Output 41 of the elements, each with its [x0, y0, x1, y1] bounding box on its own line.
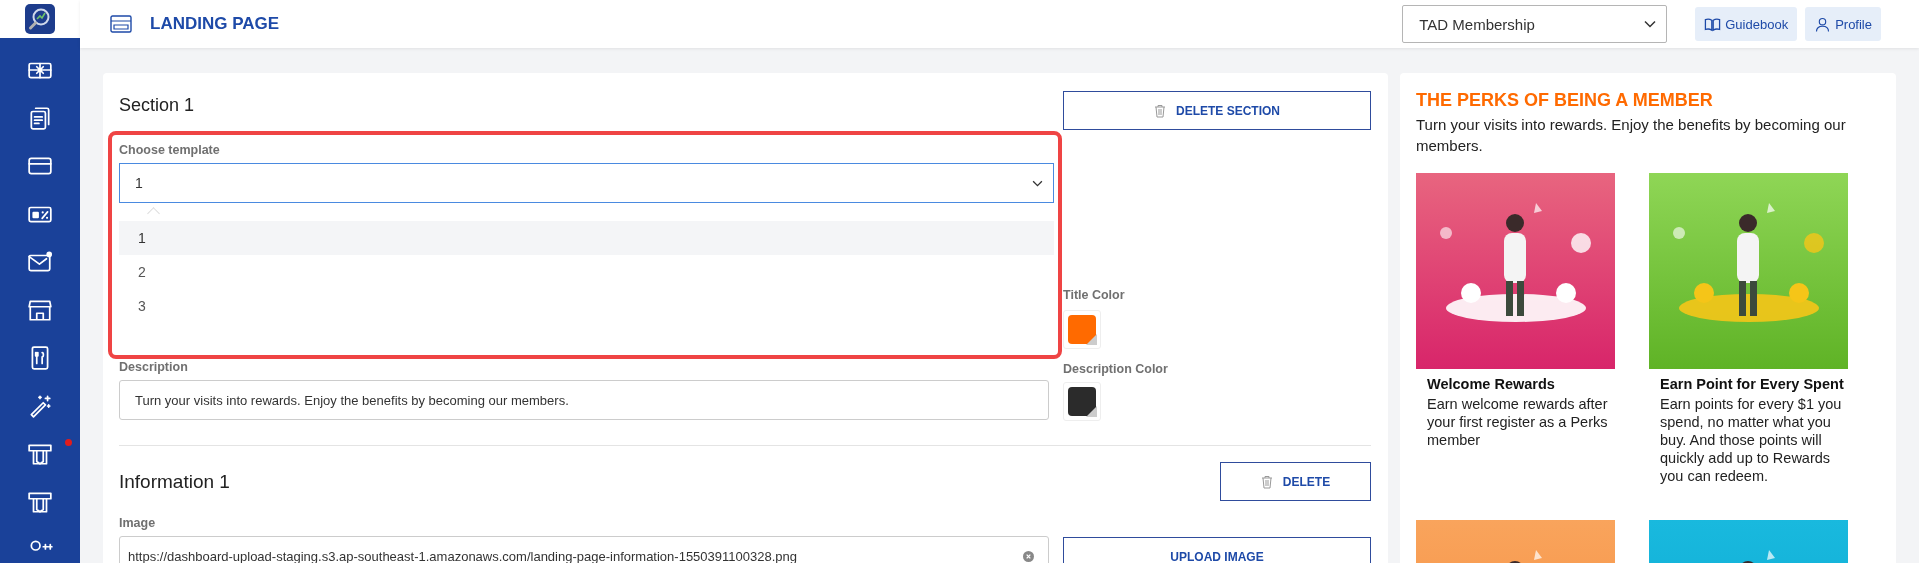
perk-title: Welcome Rewards: [1427, 376, 1555, 392]
perk-description: Earn welcome rewards after your first register as a Perks member: [1427, 395, 1609, 449]
perk-title: Earn Point for Every Spent: [1660, 376, 1844, 392]
mail-icon[interactable]: [27, 249, 53, 275]
chevron-down-icon: [1644, 20, 1657, 28]
logo-icon[interactable]: [25, 4, 55, 34]
page-title: LANDING PAGE: [150, 14, 281, 34]
ticket-dispenser-icon[interactable]: [27, 441, 53, 467]
clear-icon[interactable]: [1023, 550, 1034, 562]
documents-icon[interactable]: [27, 105, 53, 131]
store-icon[interactable]: [27, 297, 53, 323]
field-label: Description Color: [1063, 362, 1169, 376]
trash-icon: [1154, 103, 1166, 118]
browser-window-icon: [110, 15, 132, 33]
dropdown-option[interactable]: 3: [119, 289, 1054, 323]
dropdown-option[interactable]: 1: [119, 221, 1054, 255]
image-url-field[interactable]: https://dashboard-upload-staging.s3.ap-southeast-1.amazonaws.com/landing-page-information-1550391100328.png: [119, 536, 1049, 563]
magic-wand-icon[interactable]: [27, 393, 53, 419]
preview-description: Turn your visits into rewards. Enjoy the benefits by becoming our members.: [1416, 115, 1847, 156]
book-icon: [1704, 15, 1722, 33]
upload-image-button[interactable]: UPLOAD IMAGE: [1063, 537, 1371, 563]
template-select[interactable]: 1: [119, 163, 1054, 203]
field-label: Image: [119, 516, 157, 530]
delete-section-button[interactable]: DELETE SECTION: [1063, 91, 1371, 130]
program-select[interactable]: TAD Membership: [1402, 5, 1668, 43]
chevron-down-icon: [1032, 179, 1043, 187]
perk-description: Earn points for every $1 you spend, no matter what you buy. And those points will quickly add up to Rewards you can redeem.: [1660, 395, 1843, 485]
field-label: Description: [119, 360, 189, 374]
field-label: Choose template: [119, 143, 221, 157]
information-title: Information 1: [119, 470, 231, 493]
person-icon: [1814, 15, 1832, 33]
ticket-dispenser-icon[interactable]: [27, 489, 53, 515]
dropdown-option[interactable]: 2: [119, 255, 1054, 289]
section-title: Section 1: [119, 94, 196, 116]
header-button[interactable]: Profile: [1805, 7, 1881, 41]
description-field[interactable]: Turn your visits into rewards. Enjoy the benefits by becoming our members.: [119, 380, 1049, 420]
header-button[interactable]: Guidebook: [1695, 7, 1798, 41]
preview-title: THE PERKS OF BEING A MEMBER: [1416, 90, 1714, 111]
trash-icon: [1260, 474, 1273, 489]
field-label: Title Color: [1063, 288, 1126, 302]
delete-button[interactable]: DELETE: [1220, 462, 1371, 501]
